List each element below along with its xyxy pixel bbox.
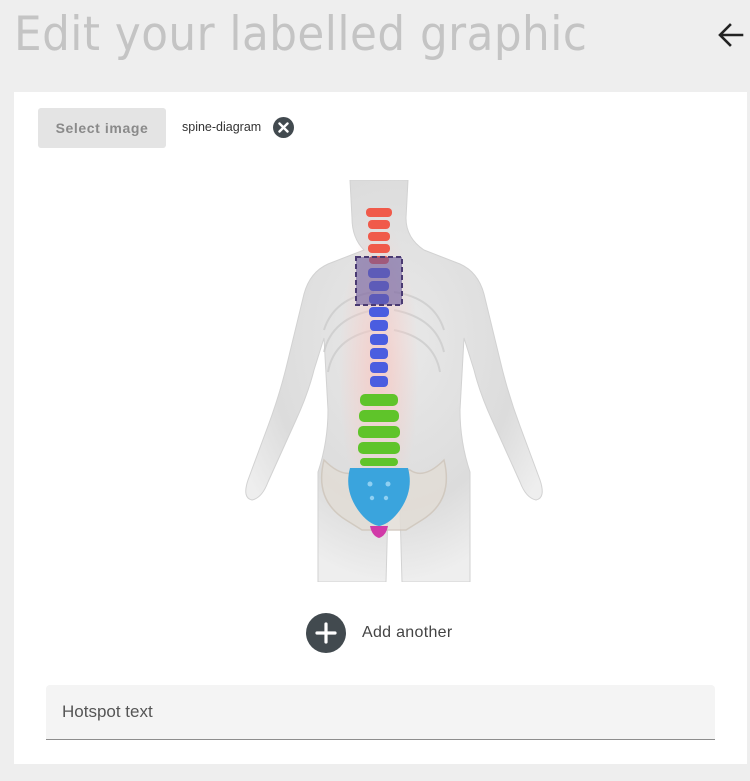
image-filename: spine-diagram <box>182 120 262 134</box>
arrow-left-icon <box>718 23 744 47</box>
back-button[interactable] <box>712 16 750 54</box>
add-another-label[interactable]: Add another <box>362 624 452 642</box>
hotspot-text-input[interactable] <box>46 685 715 739</box>
add-another-button[interactable] <box>306 613 346 653</box>
remove-image-button[interactable] <box>273 117 294 138</box>
add-another-control[interactable]: Add another <box>306 613 452 653</box>
spine-diagram-image <box>174 179 584 583</box>
plus-icon <box>315 622 337 644</box>
page-title: Edit your labelled graphic <box>14 7 588 62</box>
close-icon <box>278 122 289 133</box>
select-image-button[interactable]: Select image <box>38 108 166 148</box>
hotspot-text-field[interactable] <box>46 685 715 740</box>
editor-card: Select image spine-diagram Add another H… <box>14 92 747 764</box>
hotspot-marker <box>355 256 403 306</box>
